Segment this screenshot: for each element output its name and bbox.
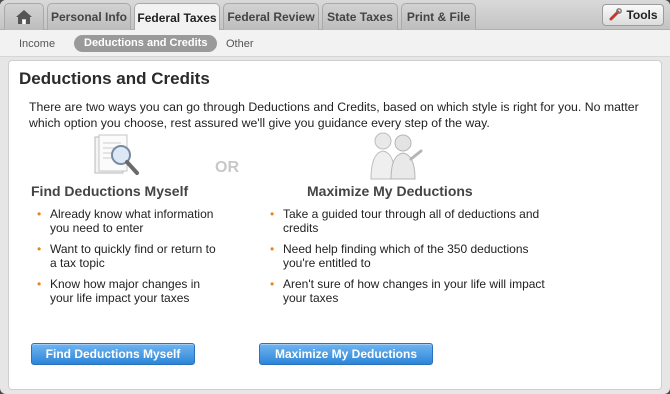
tab-federal-taxes[interactable]: Federal Taxes	[134, 3, 220, 31]
tab-personal-info[interactable]: Personal Info	[47, 3, 131, 30]
right-column-title: Maximize My Deductions	[307, 183, 473, 199]
list-item: • Already know what information you need …	[37, 207, 214, 235]
find-deductions-button[interactable]: Find Deductions Myself	[31, 343, 195, 365]
subnav-deductions-credits[interactable]: Deductions and Credits	[74, 35, 218, 52]
content-panel: Deductions and Credits There are two way…	[8, 60, 662, 390]
list-item: • Take a guided tour through all of deduc…	[270, 207, 540, 235]
two-people-icon	[370, 132, 423, 180]
tools-button[interactable]: Tools	[602, 4, 664, 26]
magnifier-document-icon	[94, 134, 139, 175]
subnav-income[interactable]: Income	[19, 36, 55, 52]
subnav-other[interactable]: Other	[226, 36, 254, 52]
left-bullet-list: • Already know what information you need …	[31, 207, 221, 312]
home-icon	[16, 10, 32, 24]
tab-state-taxes[interactable]: State Taxes	[322, 3, 398, 30]
wrench-icon	[609, 8, 623, 21]
tab-print-file[interactable]: Print & File	[401, 3, 476, 30]
tab-federal-review[interactable]: Federal Review	[223, 3, 319, 30]
page-title: Deductions and Credits	[19, 69, 210, 88]
home-tab[interactable]	[4, 3, 44, 30]
list-item: • Want to quickly find or return to a tax…	[37, 242, 216, 270]
app-window: Personal Info Federal Taxes Federal Revi…	[0, 0, 670, 394]
sub-navigation: Income Deductions and Credits Other	[0, 30, 670, 57]
top-tab-bar: Personal Info Federal Taxes Federal Revi…	[0, 0, 670, 31]
intro-text: There are two ways you can go through De…	[29, 100, 639, 130]
list-item: • Know how major changes in your life imp…	[37, 277, 201, 305]
list-item: • Need help finding which of the 350 dedu…	[270, 242, 529, 270]
maximize-deductions-button[interactable]: Maximize My Deductions	[259, 343, 433, 365]
right-bullet-list: • Take a guided tour through all of deduc…	[264, 207, 554, 312]
or-divider: OR	[215, 159, 239, 176]
left-column-title: Find Deductions Myself	[31, 183, 189, 199]
list-item: • Aren't sure of how changes in your life…	[270, 277, 545, 305]
